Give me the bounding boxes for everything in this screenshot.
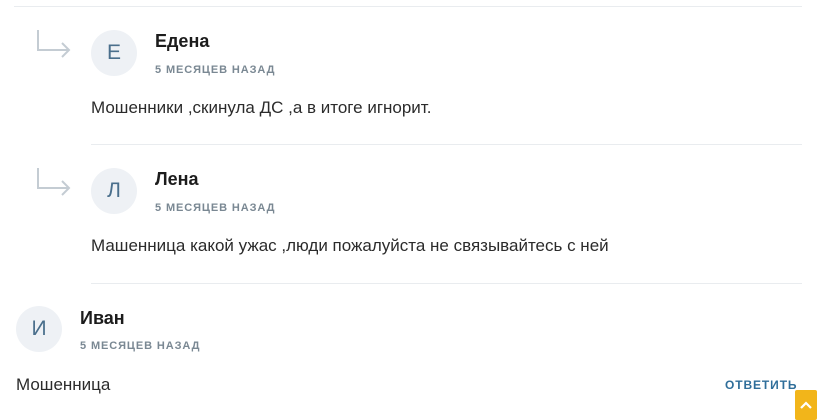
comment-author: Иван [80, 308, 125, 328]
avatar-letter: Л [107, 179, 121, 202]
comments-section: Е Едена 5 МЕСЯЦЕВ НАЗАД Мошенники ,скину… [0, 0, 817, 420]
comment-text: Машенница какой ужас ,люди пожалуйста не… [91, 236, 609, 255]
scroll-to-top-button[interactable] [795, 390, 817, 420]
reply-arrow-icon [37, 30, 71, 58]
reply-arrow-icon [37, 168, 71, 196]
divider [91, 283, 802, 284]
avatar: Л [91, 168, 137, 214]
comment-author: Едена [155, 31, 210, 51]
avatar: И [16, 306, 62, 352]
comment-time: 5 МЕСЯЦЕВ НАЗАД [155, 202, 276, 214]
avatar: Е [91, 30, 137, 76]
comment-time: 5 МЕСЯЦЕВ НАЗАД [80, 340, 201, 352]
chevron-up-icon [800, 401, 812, 409]
divider [91, 144, 802, 145]
reply-button[interactable]: ОТВЕТИТЬ [725, 378, 797, 392]
avatar-letter: Е [106, 41, 121, 64]
comment-time: 5 МЕСЯЦЕВ НАЗАД [155, 64, 276, 76]
divider [14, 6, 802, 7]
comment-text: Мошенница [16, 375, 111, 394]
avatar-letter: И [31, 317, 47, 340]
comment-author: Лена [155, 169, 199, 189]
comment-text: Мошенники ,скинула ДС ,а в итоге игнорит… [91, 98, 432, 117]
